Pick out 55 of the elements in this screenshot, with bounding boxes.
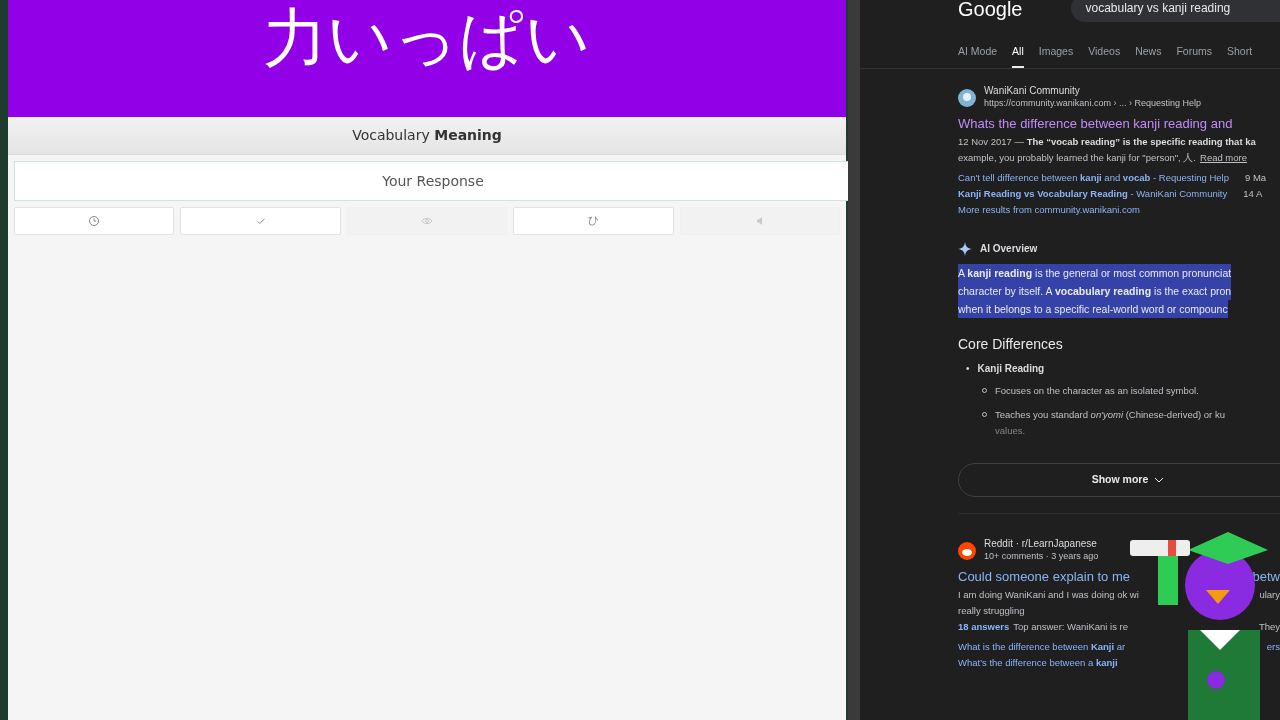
google-logo: Google (958, 0, 1023, 22)
list-item-text: Focuses on the character as an isolated symbol. (995, 383, 1199, 398)
section-heading: Core Differences (958, 334, 1064, 354)
site-favicon-icon (958, 88, 976, 107)
chevron-down-icon (1154, 476, 1165, 483)
search-tab[interactable]: Forums (1176, 44, 1212, 68)
source-name: Reddit · r/LearnJapanese (984, 537, 1098, 550)
answers-link[interactable]: 18 answers (958, 618, 1010, 635)
snippet-text: really struggling (958, 603, 1025, 618)
highlighted-text: A kanji reading is the general or most common pronunciat (958, 263, 1232, 282)
vocab-character: 力いっぱい (263, 0, 591, 77)
snippet-text: I am doing WaniKani and I was doing ok wi (958, 587, 1139, 602)
show-more-button[interactable]: Show more (958, 462, 1280, 497)
related-link[interactable]: Kanji Reading vs Vocabulary Reading - WaniKani Community (958, 185, 1228, 202)
review-action-button[interactable]: ひ (513, 207, 674, 235)
search-tab[interactable]: Short (1227, 44, 1253, 68)
source-meta: 10+ comments · 3 years ago (984, 549, 1099, 563)
source-url: https://community.wanikani.com › ... › Requesting Help (984, 96, 1201, 110)
related-link[interactable]: ers (1266, 638, 1280, 655)
search-tab[interactable]: All (1012, 44, 1024, 68)
top-answer-text: Top answer: WaniKani is re (1013, 619, 1128, 634)
read-more-link[interactable]: Read more (1200, 151, 1247, 163)
search-tab[interactable]: Images (1038, 44, 1074, 68)
list-item-text: Teaches you standard on'yomi (Chinese-derived) or ku (995, 407, 1225, 422)
bullet-text: Kanji Reading (977, 362, 1045, 375)
more-results-link[interactable]: More results from community.wanikani.com (958, 201, 1280, 218)
result-title-link[interactable]: betw (1252, 567, 1280, 587)
source-name: WaniKani Community (984, 84, 1081, 97)
bullet-mark: • (966, 362, 970, 375)
review-action-button[interactable] (180, 207, 341, 235)
bullet-circle-icon (982, 387, 987, 393)
list-item-text: values. (995, 423, 1027, 438)
prompt-label: Vocabulary Meaning (352, 126, 502, 145)
related-date: 14 A (1243, 186, 1263, 201)
result-title-link[interactable]: Whats the difference between kanji reading and (958, 114, 1280, 134)
related-date: 9 Ma (1245, 170, 1267, 185)
snippet-text: ulary (1259, 587, 1280, 602)
search-tab[interactable]: News (1135, 44, 1162, 68)
eye-icon (421, 215, 433, 227)
related-link[interactable]: What is the difference between Kanji ar (958, 638, 1126, 655)
search-tab[interactable]: AI Mode (958, 44, 998, 68)
related-link[interactable]: Can't tell difference between kanji and vocab - Requesting Help (958, 169, 1229, 186)
result-title-link[interactable]: Could someone explain to me (958, 567, 1130, 587)
bullet-circle-icon (982, 411, 987, 417)
search-field[interactable]: vocabulary vs kanji reading (1070, 0, 1280, 22)
search-tab[interactable]: Videos (1088, 44, 1121, 68)
review-action-button[interactable] (14, 207, 175, 235)
top-answer-text: They (1258, 619, 1280, 634)
sparkle-icon (958, 241, 972, 256)
clock-icon (88, 215, 101, 227)
related-link[interactable]: What's the difference between a kanji (958, 654, 1118, 671)
snippet-text: example, you probably learned the kanji for "person", 人. (958, 151, 1196, 163)
snippet-text: 12 Nov 2017 — The “vocab reading” is the specific reading that ka (958, 134, 1257, 149)
reddit-logo-icon (958, 541, 976, 560)
ai-overview-label: AI Overview (980, 242, 1038, 255)
